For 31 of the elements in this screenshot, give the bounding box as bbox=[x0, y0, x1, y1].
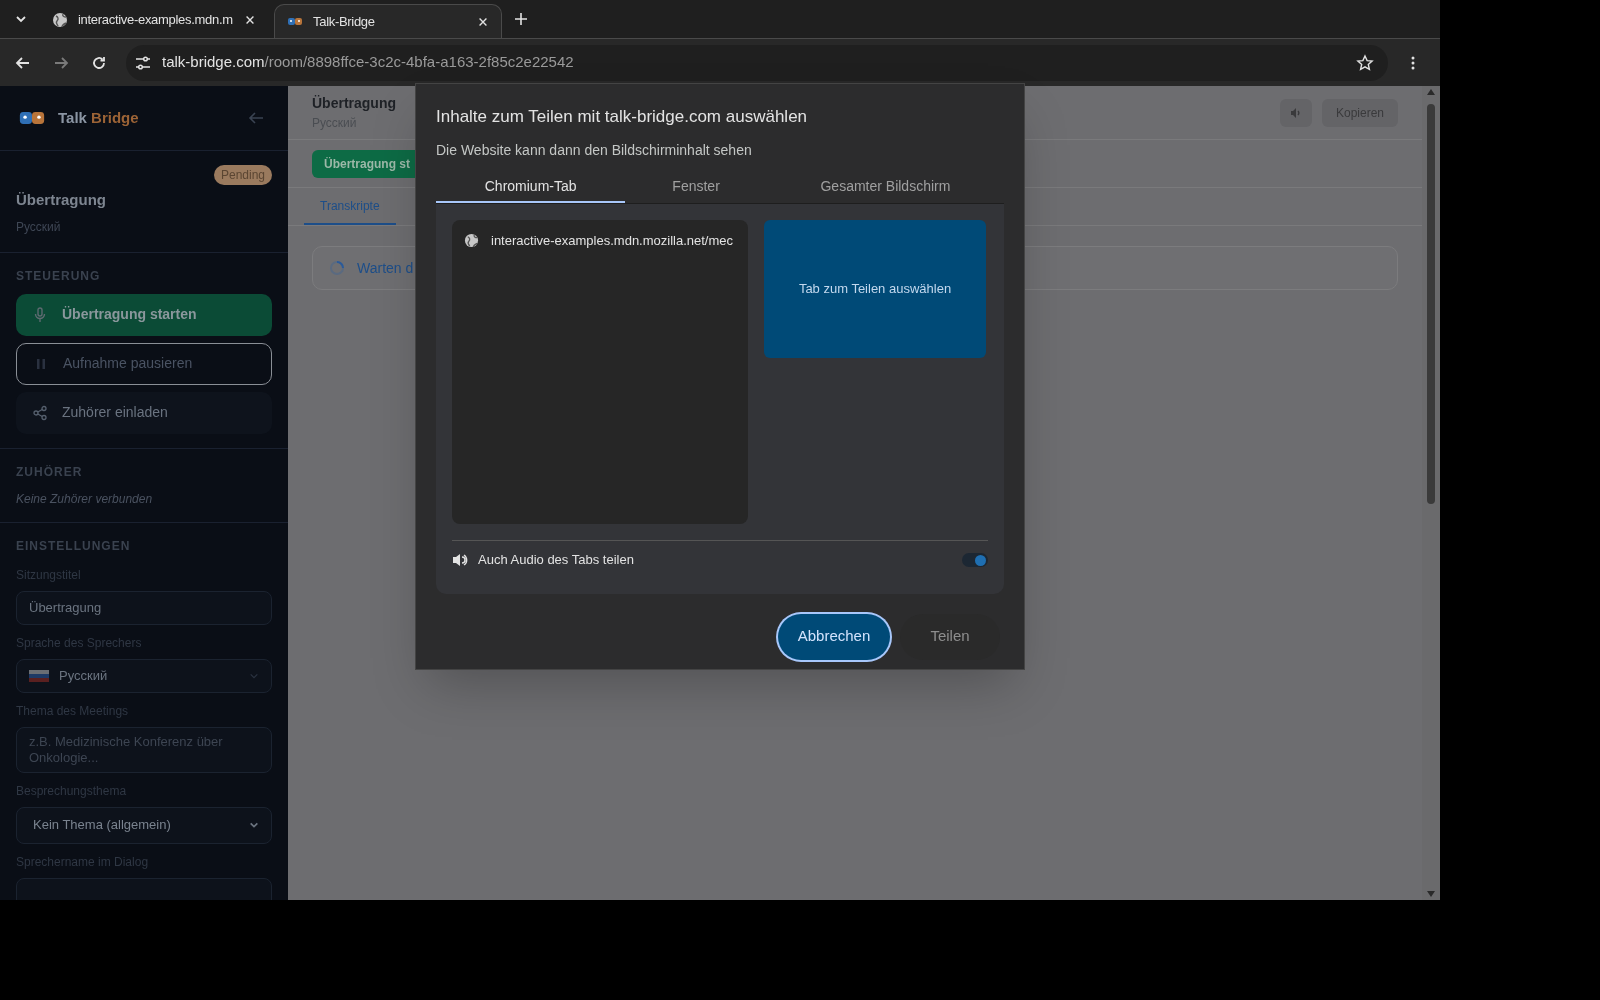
brand-name: Talk Bridge bbox=[58, 107, 140, 128]
source-tab[interactable]: Gesamter Bildschirm bbox=[766, 172, 1004, 203]
dialog-button[interactable]: Teilen bbox=[900, 613, 1000, 660]
sidebar-button[interactable]: Übertragung starten bbox=[16, 293, 272, 336]
status-badge: Pending bbox=[213, 165, 272, 185]
dialog-title: Inhalte zum Teilen mit talk-bridge.com auswählen bbox=[436, 106, 809, 128]
section-heading: EINSTELLUNGEN bbox=[16, 537, 132, 555]
source-tab[interactable]: Fenster bbox=[625, 172, 767, 203]
section-heading: STEUERUNG bbox=[16, 267, 102, 285]
dialog-subtitle: Die Website kann dann den Bildschirminhalt sehen bbox=[436, 140, 753, 160]
input-field[interactable]: Übertragung bbox=[16, 590, 272, 625]
language-select[interactable]: Русский bbox=[16, 658, 272, 693]
section-heading: ZUHÖRER bbox=[16, 463, 84, 481]
source-tab[interactable]: Chromium-Tab bbox=[436, 172, 626, 203]
page-title: Übertragung bbox=[312, 94, 396, 113]
audio-label: Auch Audio des Tabs teilen bbox=[478, 551, 635, 570]
preview-hint: Tab zum Teilen auswählen bbox=[798, 279, 952, 298]
sidebar-button[interactable]: Zuhörer einladen bbox=[16, 391, 272, 434]
waiting-text: Warten d bbox=[357, 258, 414, 278]
tab-list-item[interactable]: interactive-examples.mdn.mozilla.net/mec bbox=[462, 229, 738, 251]
dialog-button[interactable]: Abbrechen bbox=[778, 613, 890, 660]
session-language: Русский bbox=[16, 218, 62, 236]
url-text: talk-bridge.com/room/8898ffce-3c2c-4bfa-a163-2f85c2e22542 bbox=[162, 52, 574, 73]
empty-note: Keine Zuhörer verbunden bbox=[16, 490, 154, 508]
topic-select[interactable]: Kein Thema (allgemein) bbox=[16, 806, 272, 844]
session-title: Übertragung bbox=[16, 190, 107, 210]
sidebar-button[interactable]: Aufnahme pausieren bbox=[16, 342, 272, 385]
tab-title: Talk-Bridge bbox=[313, 12, 376, 31]
address-bar[interactable]: talk-bridge.com/room/8898ffce-3c2c-4bfa-a163-2f85c2e22542 bbox=[126, 44, 1388, 81]
browser-tab[interactable]: Talk-Bridge bbox=[274, 4, 502, 38]
tab-title: interactive-examples.mdn.m bbox=[78, 11, 234, 30]
